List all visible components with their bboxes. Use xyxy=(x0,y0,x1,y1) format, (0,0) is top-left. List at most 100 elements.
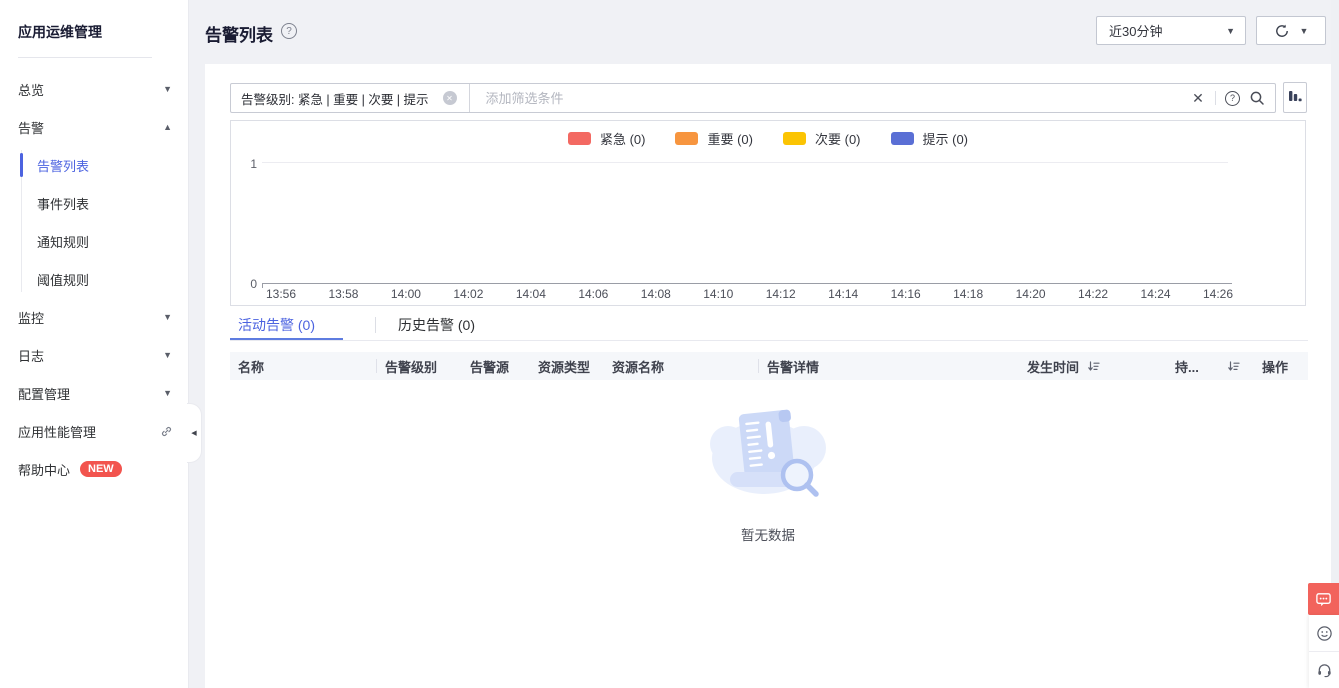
smiley-icon xyxy=(1316,625,1333,642)
x-axis-tick: 14:00 xyxy=(391,287,421,301)
page-title: 告警列表 xyxy=(205,21,273,46)
sidebar-item-configuration[interactable]: 配置管理 ▼ xyxy=(0,379,188,407)
new-badge: NEW xyxy=(80,461,122,477)
column-name: 名称 xyxy=(238,352,377,380)
x-axis-tick: 14:14 xyxy=(828,287,858,301)
filter-bar[interactable]: 告警级别: 紧急 | 重要 | 次要 | 提示 ✕ ✕ ? xyxy=(230,83,1276,113)
legend-label: 紧急 (0) xyxy=(600,129,646,148)
sidebar-title: 应用运维管理 xyxy=(18,22,102,42)
external-link-icon xyxy=(160,425,173,438)
tab-separator xyxy=(375,317,376,333)
column-resource-type: 资源类型 xyxy=(530,352,604,380)
empty-state-text: 暂无数据 xyxy=(205,524,1331,544)
sidebar-item-label: 日志 xyxy=(18,346,44,365)
legend-item-major[interactable]: 重要 (0) xyxy=(675,129,753,148)
x-axis-tick: 14:16 xyxy=(891,287,921,301)
help-circle-icon[interactable]: ? xyxy=(281,23,297,39)
tabs-baseline xyxy=(230,340,1308,341)
sidebar-collapse-handle[interactable]: ◀ xyxy=(187,403,202,463)
sidebar-item-label: 监控 xyxy=(18,308,44,327)
sidebar-divider xyxy=(18,57,152,58)
chevron-down-icon: ▼ xyxy=(163,312,172,322)
sidebar-subitem-label: 通知规则 xyxy=(37,232,89,251)
chevron-down-icon: ▼ xyxy=(1300,26,1309,36)
x-axis-tick-mark xyxy=(262,283,263,288)
x-axis-tick: 14:22 xyxy=(1078,287,1108,301)
search-icon[interactable] xyxy=(1249,90,1265,106)
tab-history-alarms[interactable]: 历史告警 (0) xyxy=(398,315,475,335)
x-axis-tick: 14:04 xyxy=(516,287,546,301)
alarm-list-card: 告警级别: 紧急 | 重要 | 次要 | 提示 ✕ ✕ ? xyxy=(205,64,1331,688)
sidebar-item-monitoring[interactable]: 监控 ▼ xyxy=(0,303,188,331)
legend-label: 重要 (0) xyxy=(707,129,753,148)
gridline xyxy=(262,162,1228,163)
legend-item-critical[interactable]: 紧急 (0) xyxy=(568,129,646,148)
feedback-button[interactable] xyxy=(1308,583,1339,615)
sidebar-item-threshold-rules[interactable]: 阈值规则 xyxy=(0,265,188,293)
tab-active-alarms[interactable]: 活动告警 (0) xyxy=(238,315,315,335)
x-axis-tick: 14:26 xyxy=(1203,287,1233,301)
sidebar-item-overview[interactable]: 总览 ▼ xyxy=(0,75,188,103)
support-button[interactable] xyxy=(1309,651,1339,688)
refresh-button[interactable]: ▼ xyxy=(1256,16,1326,45)
legend-item-minor[interactable]: 次要 (0) xyxy=(783,129,861,148)
sidebar-item-notification-rules[interactable]: 通知规则 xyxy=(0,227,188,255)
x-axis-tick: 13:56 xyxy=(266,287,296,301)
legend-label: 提示 (0) xyxy=(923,129,969,148)
time-range-select[interactable]: 近30分钟 ▼ xyxy=(1096,16,1246,45)
chip-remove-icon[interactable]: ✕ xyxy=(443,91,457,105)
x-axis-tick: 13:58 xyxy=(328,287,358,301)
x-axis-tick: 14:10 xyxy=(703,287,733,301)
filter-chip-severity[interactable]: 告警级别: 紧急 | 重要 | 次要 | 提示 ✕ xyxy=(231,84,470,112)
bar-chart-icon xyxy=(1288,90,1302,105)
clear-filters-icon[interactable]: ✕ xyxy=(1190,90,1206,106)
column-resource-name: 资源名称 xyxy=(604,352,759,380)
column-occurred-time[interactable]: 发生时间 xyxy=(1019,352,1167,380)
sort-icon[interactable] xyxy=(1087,360,1100,373)
legend-label: 次要 (0) xyxy=(815,129,861,148)
collapse-arrow-icon: ◀ xyxy=(191,429,196,437)
chart-type-button[interactable] xyxy=(1283,82,1307,113)
legend-swatch xyxy=(891,132,914,145)
alarm-tabs: 活动告警 (0) 历史告警 (0) xyxy=(230,313,1308,341)
empty-state-illustration xyxy=(704,400,832,508)
sidebar-item-label: 应用性能管理 xyxy=(18,422,96,441)
satisfaction-survey-button[interactable] xyxy=(1309,615,1339,651)
chevron-down-icon: ▼ xyxy=(163,388,172,398)
sidebar-item-alarm[interactable]: 告警 ▲ xyxy=(0,113,188,141)
sidebar-item-label: 配置管理 xyxy=(18,384,70,403)
chart-legend: 紧急 (0) 重要 (0) 次要 (0) 提示 (0) xyxy=(231,129,1305,148)
y-axis-tick: 1 xyxy=(239,157,257,171)
filter-chip-label: 告警级别: 紧急 | 重要 | 次要 | 提示 xyxy=(241,89,429,108)
y-axis-tick: 0 xyxy=(239,277,257,291)
filter-separator xyxy=(1215,91,1216,105)
filter-help-icon[interactable]: ? xyxy=(1225,91,1240,106)
sidebar-item-logs[interactable]: 日志 ▼ xyxy=(0,341,188,369)
chevron-down-icon: ▼ xyxy=(163,84,172,94)
legend-item-info[interactable]: 提示 (0) xyxy=(891,129,969,148)
sidebar-subitem-label: 阈值规则 xyxy=(37,270,89,289)
column-alarm-source: 告警源 xyxy=(462,352,530,380)
feedback-chat-icon xyxy=(1315,591,1332,608)
sidebar-item-label: 告警 xyxy=(18,118,44,137)
sidebar: 应用运维管理 总览 ▼ 告警 ▲ 告警列表 事件列表 通知规则 阈值规则 监控 … xyxy=(0,0,189,688)
filter-search-input[interactable] xyxy=(484,90,1190,107)
x-axis-tick: 14:08 xyxy=(641,287,671,301)
column-duration[interactable]: 持... xyxy=(1167,352,1254,380)
legend-swatch xyxy=(783,132,806,145)
sidebar-item-event-list[interactable]: 事件列表 xyxy=(0,189,188,217)
sidebar-subitem-label: 告警列表 xyxy=(37,156,89,175)
sidebar-item-label: 总览 xyxy=(18,80,44,99)
page: 应用运维管理 总览 ▼ 告警 ▲ 告警列表 事件列表 通知规则 阈值规则 监控 … xyxy=(0,0,1339,688)
column-severity: 告警级别 xyxy=(377,352,462,380)
sort-icon[interactable] xyxy=(1227,360,1240,373)
alarm-trend-chart: 紧急 (0) 重要 (0) 次要 (0) 提示 (0) 1 0 xyxy=(230,120,1306,306)
sidebar-item-apm[interactable]: 应用性能管理 xyxy=(0,417,188,445)
sidebar-item-help-center[interactable]: 帮助中心 NEW xyxy=(0,455,188,483)
sidebar-item-alarm-list[interactable]: 告警列表 xyxy=(0,151,188,179)
column-alarm-details: 告警详情 xyxy=(759,352,1019,380)
x-axis-tick: 14:02 xyxy=(453,287,483,301)
column-operation: 操作 xyxy=(1254,352,1308,380)
chevron-down-icon: ▼ xyxy=(1226,26,1235,36)
chevron-up-icon: ▲ xyxy=(163,122,172,132)
